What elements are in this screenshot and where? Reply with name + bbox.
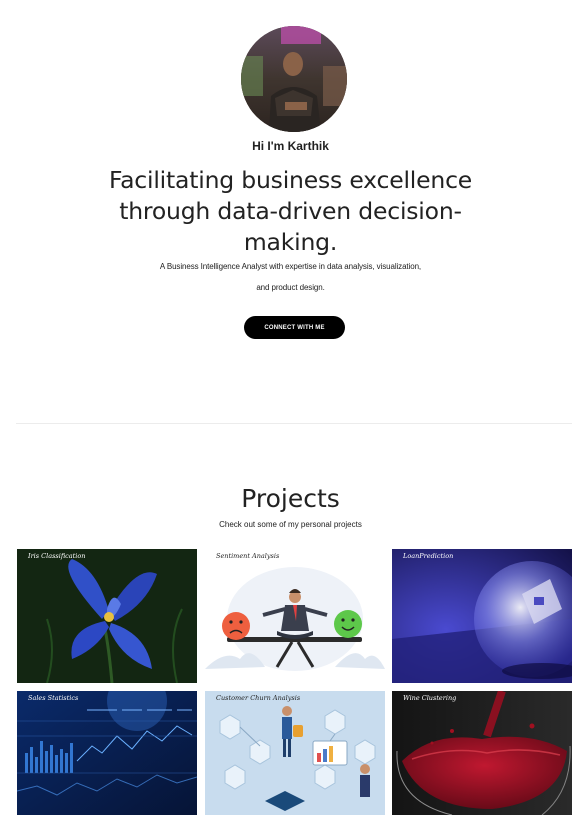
card-label: Sales Statistics xyxy=(28,694,79,702)
card-label: Iris Classification xyxy=(28,552,86,560)
card-label: LoanPrediction xyxy=(403,552,454,560)
wine-image xyxy=(392,691,572,815)
loan-image xyxy=(392,549,572,683)
project-card-sentiment[interactable]: Sentiment Analysis xyxy=(205,549,385,683)
subtitle-line-1: A Business Intelligence Analyst with exp… xyxy=(159,262,422,271)
churn-image xyxy=(205,691,385,815)
sales-image xyxy=(17,691,197,815)
section-divider xyxy=(16,423,572,424)
projects-title: Projects xyxy=(241,484,340,513)
card-label: Wine Clustering xyxy=(403,694,457,702)
card-label: Customer Churn Analysis xyxy=(216,694,301,702)
greeting-text: Hi I'm Karthik xyxy=(252,139,329,153)
connect-with-me-button[interactable]: CONNECT WITH ME xyxy=(244,316,345,339)
subtitle-line-2: and product design. xyxy=(256,283,325,292)
project-card-wine[interactable]: Wine Clustering xyxy=(392,691,572,815)
sentiment-image xyxy=(205,567,385,671)
iris-image xyxy=(17,549,197,683)
project-card-churn[interactable]: Customer Churn Analysis xyxy=(205,691,385,815)
project-card-iris[interactable]: Iris Classification xyxy=(17,549,197,683)
project-card-loan[interactable]: LoanPrediction xyxy=(392,549,572,683)
projects-subtitle: Check out some of my personal projects xyxy=(219,520,362,529)
headline: Facilitating business excellence through… xyxy=(108,166,473,256)
card-label: Sentiment Analysis xyxy=(216,552,280,560)
project-card-sales[interactable]: Sales Statistics xyxy=(17,691,197,815)
avatar xyxy=(241,26,347,132)
